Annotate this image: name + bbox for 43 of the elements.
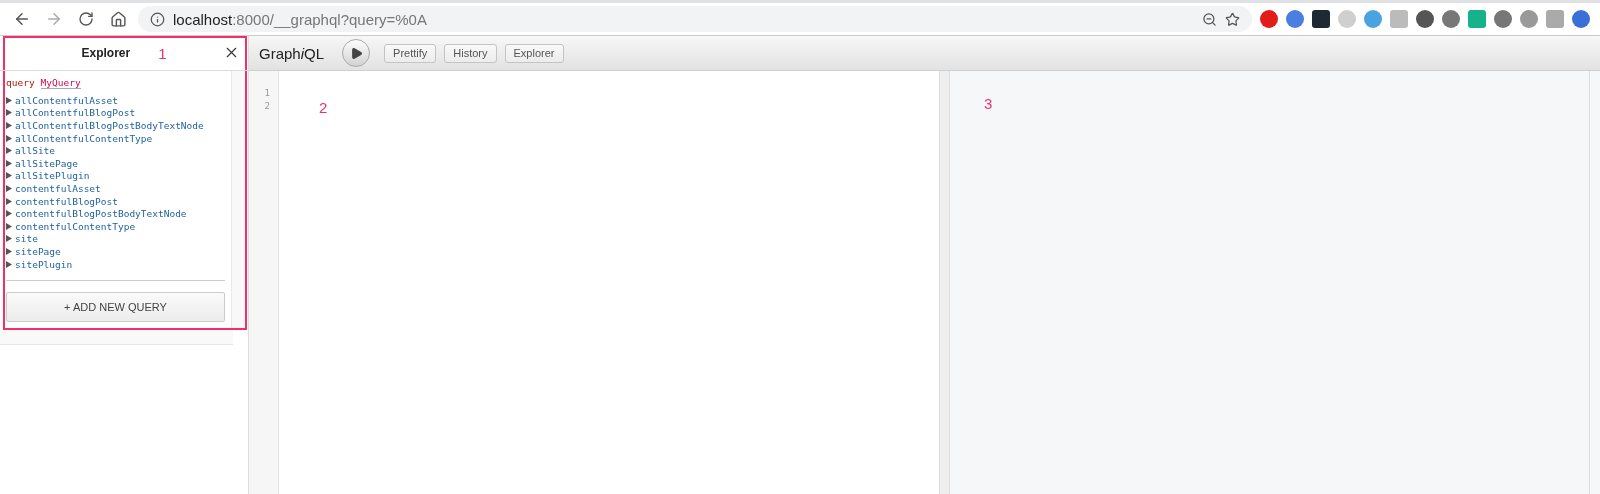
field-name[interactable]: allContentfulAsset xyxy=(15,94,118,106)
field-name[interactable]: sitePage xyxy=(15,245,61,257)
annotation-number: 3 xyxy=(984,95,993,114)
explorer-title: Explorer xyxy=(81,46,131,60)
field-name[interactable]: allSitePlugin xyxy=(15,170,90,182)
address-bar[interactable]: localhost:8000/__graphql?query=%0A xyxy=(138,6,1252,32)
extension-icon[interactable] xyxy=(1416,10,1434,28)
field-name[interactable]: contentfulAsset xyxy=(15,182,101,194)
info-icon[interactable] xyxy=(150,11,165,27)
zoom-icon[interactable] xyxy=(1202,11,1217,27)
extension-icon[interactable] xyxy=(1494,10,1512,28)
play-icon xyxy=(349,46,363,60)
query-keyword: query xyxy=(6,77,35,89)
graphiql-logo: GraphiQL xyxy=(259,44,325,62)
toolbar-button[interactable]: History xyxy=(444,43,497,63)
field-name[interactable]: allContentfulBlogPostBodyTextNode xyxy=(15,120,204,131)
annotation-number: 2 xyxy=(319,99,328,116)
field-name[interactable]: allContentfulContentType xyxy=(15,132,153,144)
extension-icon[interactable] xyxy=(1312,10,1330,28)
scrollbar-track[interactable] xyxy=(1589,71,1600,494)
line-number: 2 xyxy=(264,100,270,113)
field-name[interactable]: contentfulBlogPostBodyTextNode xyxy=(15,208,187,220)
line-number: 1 xyxy=(264,87,270,100)
field-name[interactable]: sitePlugin xyxy=(15,258,73,270)
extension-icon[interactable] xyxy=(1286,10,1304,28)
run-button[interactable] xyxy=(342,39,371,67)
query-editor[interactable]: 2 xyxy=(279,71,939,494)
add-query-button[interactable]: + ADD NEW QUERY xyxy=(6,292,225,323)
field-name[interactable]: contentfulContentType xyxy=(15,220,136,232)
field-name[interactable]: allContentfulBlogPost xyxy=(15,107,136,119)
toolbar-button[interactable]: Explorer xyxy=(504,43,564,63)
query-name[interactable]: MyQuery xyxy=(40,77,81,89)
extension-icon[interactable] xyxy=(1442,10,1460,28)
toolbar-button[interactable]: Prettify xyxy=(384,43,437,63)
field-name[interactable]: contentfulBlogPost xyxy=(15,195,118,207)
bookmark-star-icon[interactable] xyxy=(1225,11,1240,27)
field-name[interactable]: site xyxy=(15,233,38,245)
extension-icon[interactable] xyxy=(1260,10,1278,28)
extension-icon[interactable] xyxy=(1572,10,1590,28)
url-text: localhost:8000/__graphql?query=%0A xyxy=(173,10,427,28)
field-name[interactable]: allSitePage xyxy=(15,157,78,169)
field-name[interactable]: allSite xyxy=(15,145,56,157)
annotation-number: 1 xyxy=(158,44,167,62)
